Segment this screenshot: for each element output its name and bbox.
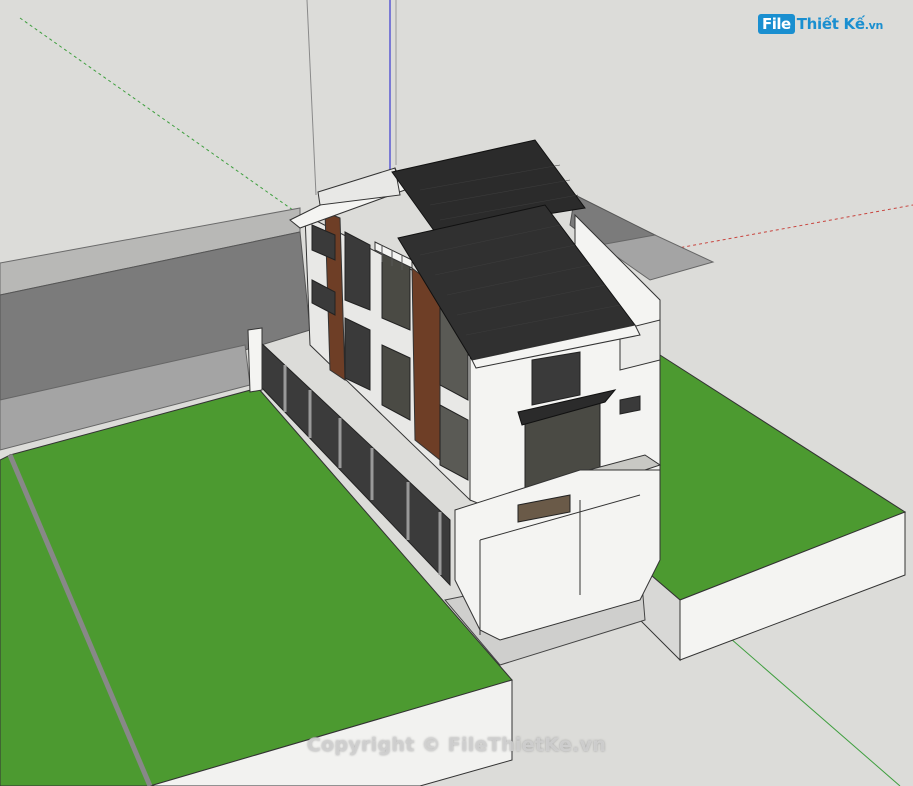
3d-model-scene[interactable] [0, 0, 913, 786]
filethietke-logo: File Thiết Kế.vn [758, 14, 883, 34]
logo-name: Thiết Kế [796, 15, 865, 33]
window-1 [344, 231, 371, 311]
sketchup-viewport[interactable]: File Thiết Kế.vn Copyright © FileThietKe… [0, 0, 913, 786]
logo-text: Thiết Kế.vn [796, 15, 884, 33]
window-2 [344, 317, 371, 391]
copyright-watermark: Copyright © FileThietKe.vn [306, 734, 607, 756]
logo-badge: File [758, 14, 795, 34]
logo-tld: .vn [864, 19, 884, 32]
fence-post-1 [247, 327, 263, 393]
